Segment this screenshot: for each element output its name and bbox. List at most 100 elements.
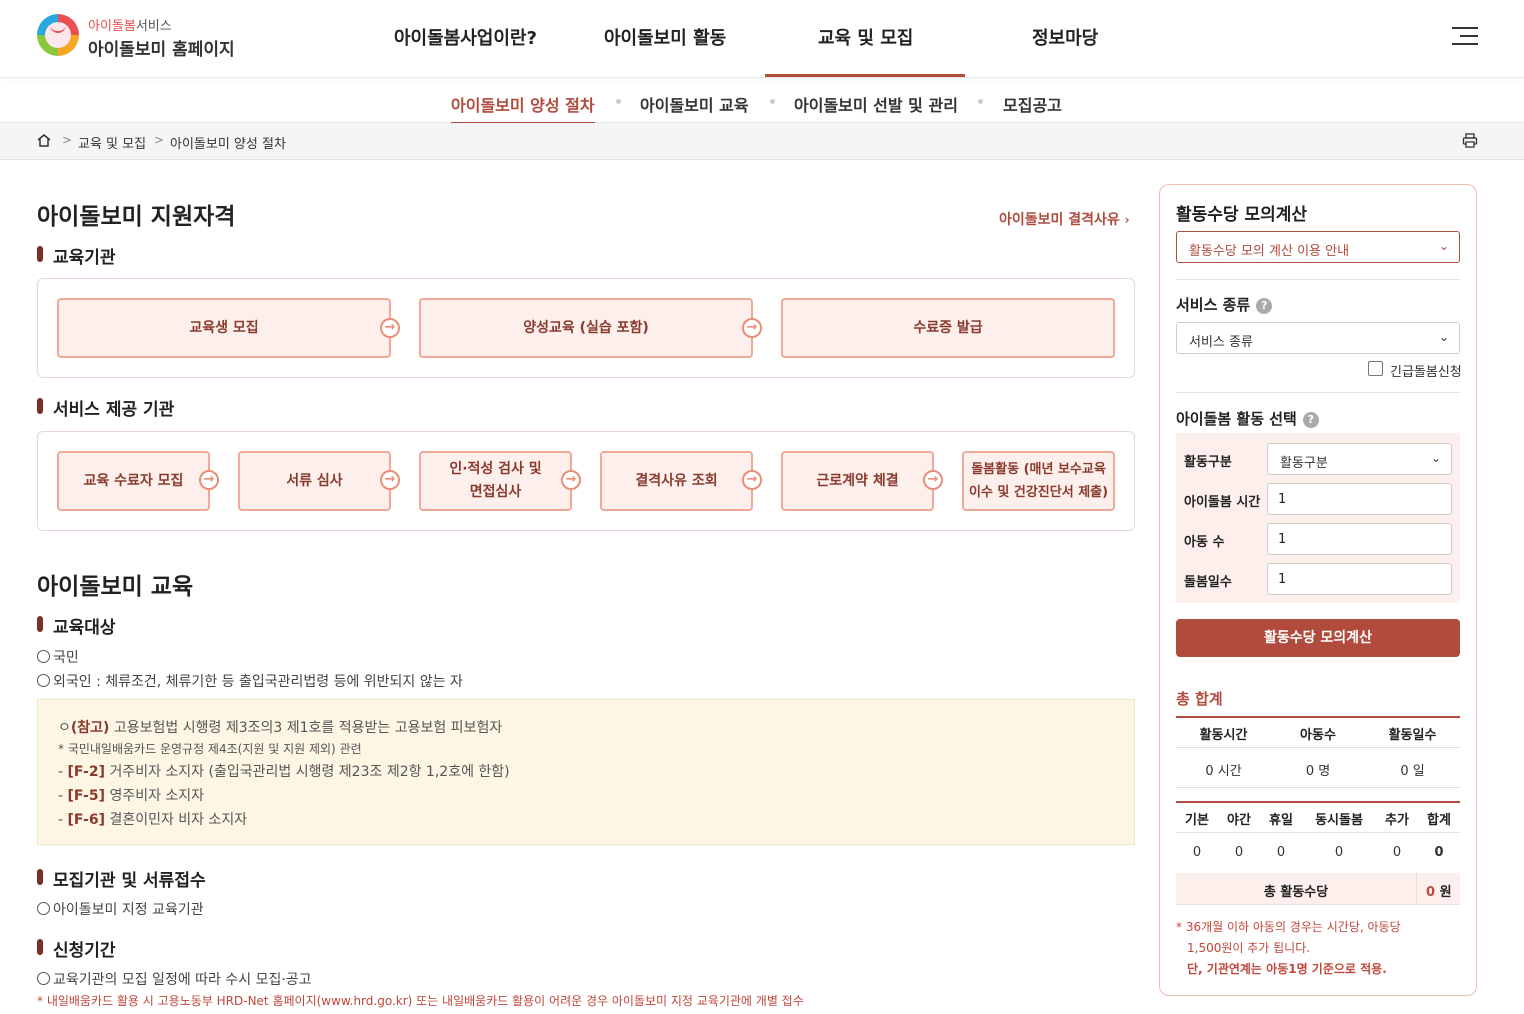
sub-navigation	[0, 78, 1524, 123]
children-count-input[interactable]: 1	[1267, 523, 1452, 555]
disqualification-link[interactable]: 아이돌보미 결격사유 ›	[999, 209, 1130, 229]
nav-education[interactable]: 교육 및 모집	[818, 24, 913, 50]
note-bold: (참고)	[70, 720, 110, 736]
service-type-label-text: 서비스 종류	[1176, 296, 1251, 314]
th-basic: 기본	[1185, 813, 1209, 828]
arrow-right-icon: →	[199, 470, 219, 490]
calc-note-3: 단, 기관연계는 아동1명 기준으로 적용.	[1187, 962, 1387, 976]
target-heading: 교육대상	[37, 613, 116, 638]
emergency-checkbox[interactable]	[1368, 361, 1383, 376]
nav-about[interactable]: 아이돌봄사업이란?	[394, 24, 537, 50]
qualification-title: 아이돌보미 지원자격	[37, 204, 236, 230]
note-dash: -	[58, 764, 68, 780]
care-days-input[interactable]: 1	[1267, 563, 1452, 595]
care-hours-input[interactable]: 1	[1267, 483, 1452, 515]
help-icon[interactable]: ?	[1302, 412, 1319, 428]
note-dash: -	[58, 812, 68, 828]
total-allowance-label: 총 활동수당	[1263, 885, 1329, 900]
divider	[1176, 747, 1460, 748]
circle-bullet-icon	[37, 674, 50, 687]
target-item-citizen: 국민	[37, 647, 79, 667]
step-training: 양성교육 (실습 포함)	[419, 298, 753, 358]
step-certificate: 수료증 발급	[781, 298, 1115, 358]
target-item-citizen-text: 국민	[53, 650, 79, 666]
th-night: 야간	[1227, 813, 1251, 828]
care-hours-label: 아이돌봄 시간	[1184, 495, 1261, 510]
step-recruit-graduates: 교육 수료자 모집	[57, 451, 210, 511]
table-top-border	[1176, 801, 1460, 803]
th-holiday: 휴일	[1269, 813, 1293, 828]
note-line-1: ㅇ(참고) 고용보험법 시행령 제3조의3 제1호를 적용받는 고용보험 피보험…	[58, 717, 502, 737]
th-simultaneous: 동시돌봄	[1315, 813, 1363, 828]
nav-info[interactable]: 정보마당	[1032, 24, 1098, 50]
chevron-down-icon: ⌄	[1438, 330, 1449, 344]
total-allowance-unit: 원	[1439, 885, 1452, 900]
help-icon[interactable]: ?	[1256, 298, 1273, 314]
edu-institution-heading: 교육기관	[37, 243, 116, 268]
circle-bullet-icon	[37, 650, 50, 663]
disqualification-link-label: 아이돌보미 결격사유	[999, 212, 1120, 228]
period-item-text: 교육기관의 모집 일정에 따라 수시 모집·공고	[53, 972, 312, 988]
arrow-right-icon: →	[561, 470, 581, 490]
circle-bullet-icon	[37, 972, 50, 985]
arrow-right-icon: →	[923, 470, 943, 490]
subnav-selection[interactable]: 아이돌보미 선발 및 관리	[794, 92, 958, 116]
period-note: * 내일배움카드 활용 시 고용노동부 HRD-Net 홈페이지(www.hrd…	[37, 994, 804, 1008]
nav-active-indicator	[765, 74, 965, 77]
period-heading: 신청기간	[37, 936, 116, 961]
circle-bullet-icon	[37, 902, 50, 915]
org-item: 아이돌보미 지정 교육기관	[37, 899, 204, 919]
calculator-title: 활동수당 모의계산	[1176, 205, 1308, 225]
step-disqualification-check: 결격사유 조회	[600, 451, 753, 511]
site-header: 아이돌봄서비스 아이돌보미 홈페이지 아이돌봄사업이란? 아이돌보미 활동 교육…	[0, 0, 1524, 78]
subnav-training-process[interactable]: 아이돌보미 양성 절차	[451, 92, 595, 124]
service-type-select[interactable]: 서비스 종류 ⌄	[1176, 322, 1460, 354]
period-item: 교육기관의 모집 일정에 따라 수시 모집·공고	[37, 969, 312, 989]
step-document-review: 서류 심사	[238, 451, 391, 511]
subnav-dot	[770, 99, 775, 104]
note-text: 고용보험법 시행령 제3조의3 제1호를 적용받는 고용보험 피보험자	[109, 720, 503, 736]
print-icon[interactable]	[1462, 133, 1478, 148]
chevron-right-icon: ›	[1124, 213, 1130, 227]
note-text: 결혼이민자 비자 소지자	[105, 812, 248, 828]
logo-subtitle-b: 서비스	[135, 19, 172, 34]
breadcrumb-education[interactable]: 교육 및 모집	[78, 133, 146, 152]
note-line-2: * 국민내일배움카드 운영규정 제4조(지원 및 지원 제외) 관련	[58, 742, 362, 756]
chevron-down-icon: ⌄	[1430, 451, 1441, 465]
care-days-label: 돌봄일수	[1184, 575, 1232, 590]
activity-type-select[interactable]: 활동구분 ⌄	[1267, 443, 1452, 475]
logo-icon[interactable]	[37, 14, 79, 56]
step-care-activity: 돌봄활동 (매년 보수교육 이수 및 건강진단서 제출)	[962, 451, 1115, 511]
education-title: 아이돌보미 교육	[37, 574, 194, 600]
home-icon[interactable]	[36, 133, 52, 148]
td-sum: 0	[1434, 845, 1444, 860]
step-recruit-students: 교육생 모집	[57, 298, 391, 358]
emergency-label[interactable]: 긴급돌봄신청	[1390, 361, 1462, 380]
note-bold: [F-5]	[67, 788, 105, 804]
note-line-3: - [F-2] 거주비자 소지자 (출입국관리법 시행령 제23조 제2항 1,…	[58, 761, 510, 781]
calculate-button[interactable]: 활동수당 모의계산	[1176, 619, 1460, 657]
arrow-right-icon: →	[742, 470, 762, 490]
nav-activity[interactable]: 아이돌보미 활동	[604, 24, 726, 50]
th-activity-days: 활동일수	[1388, 728, 1437, 743]
table-top-border	[1176, 716, 1460, 718]
note-bullet: ㅇ	[58, 720, 71, 736]
note-line-5: - [F-6] 결혼이민자 비자 소지자	[58, 809, 247, 829]
menu-icon[interactable]	[1452, 27, 1478, 47]
note-text: 영주비자 소지자	[105, 788, 205, 804]
guide-select-value: 활동수당 모의 계산 이용 안내	[1189, 244, 1350, 259]
subnav-recruit[interactable]: 모집공고	[1003, 92, 1062, 116]
logo-title[interactable]: 아이돌보미 홈페이지	[88, 35, 235, 60]
th-extra: 추가	[1385, 813, 1409, 828]
arrow-right-icon: →	[380, 470, 400, 490]
total-title: 총 합계	[1176, 690, 1223, 708]
provider-heading: 서비스 제공 기관	[37, 395, 174, 420]
calc-note-2: 1,500원이 추가 됩니다.	[1187, 941, 1311, 955]
guide-select[interactable]: 활동수당 모의 계산 이용 안내 ⌄	[1176, 231, 1460, 263]
activity-type-label: 활동구분	[1184, 455, 1232, 470]
total-allowance-value: 0 원	[1426, 881, 1452, 900]
th-activity-time: 활동시간	[1199, 728, 1248, 743]
subnav-education[interactable]: 아이돌보미 교육	[640, 92, 749, 116]
th-sum: 합계	[1427, 813, 1451, 828]
note-dash: -	[58, 788, 68, 804]
